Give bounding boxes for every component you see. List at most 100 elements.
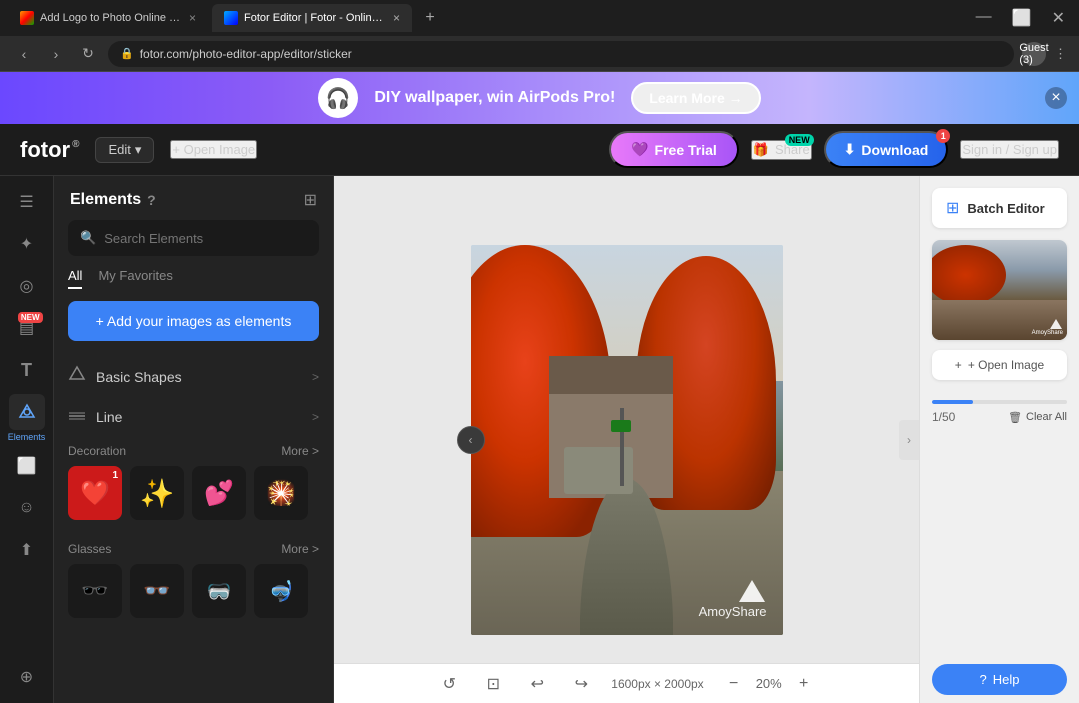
header-actions: 💜 Free Trial 🎁 Share NEW ⬇ Download 1 Si… xyxy=(609,131,1059,168)
elements-tabs: All My Favorites xyxy=(54,268,333,289)
main-layout: ☰ ✦ ◎ ▤ NEW T Elements ⬜ ☺ xyxy=(0,176,1079,703)
open-image-button[interactable]: + + Open Image xyxy=(932,350,1067,380)
close-window-button[interactable]: ✕ xyxy=(1046,6,1071,30)
download-icon: ⬇ xyxy=(844,141,856,158)
image-thumbnail[interactable]: AmoyShare xyxy=(932,240,1067,340)
back-button[interactable]: ‹ xyxy=(12,42,36,66)
tab-all[interactable]: All xyxy=(68,268,82,289)
glasses-label: Glasses More > xyxy=(68,542,319,556)
lock-icon: 🔒 xyxy=(120,47,134,60)
forward-button[interactable]: › xyxy=(44,42,68,66)
glasses-section: Glasses More > 🕶️ 👓 🥽 🤿 xyxy=(54,534,333,632)
sidebar-item-frames[interactable]: ⬜ xyxy=(9,448,45,484)
browser-chrome: Add Logo to Photo Online fo... × Fotor E… xyxy=(0,0,1079,72)
line-label: Line xyxy=(96,409,122,425)
glasses-more-button[interactable]: More > xyxy=(281,542,319,556)
sidebar-item-ai[interactable]: ✦ xyxy=(9,226,45,262)
canvas-right-collapse-button[interactable]: › xyxy=(899,420,919,460)
elements-icon xyxy=(9,394,45,430)
clear-all-label: Clear All xyxy=(1026,411,1067,423)
eye-icon: ◎ xyxy=(20,276,34,296)
rotate-button[interactable]: ↺ xyxy=(435,670,463,698)
panel-help-icon[interactable]: ? xyxy=(147,192,156,208)
logo-registered: ® xyxy=(72,139,79,150)
new-tab-button[interactable]: + xyxy=(416,4,444,32)
panel-grid-icon[interactable]: ⊞ xyxy=(304,190,317,210)
redo-button[interactable]: ↪ xyxy=(567,670,595,698)
url-bar[interactable]: 🔒 fotor.com/photo-editor-app/editor/stic… xyxy=(108,41,1014,67)
app-header: fotor ® Edit ▾ + Open Image 💜 Free Trial… xyxy=(0,124,1079,176)
minimize-button[interactable]: — xyxy=(970,6,998,30)
sidebar-item-upload[interactable]: ⬆ xyxy=(9,532,45,568)
edit-label: Edit xyxy=(108,142,130,157)
glasses-item-2[interactable]: 👓 xyxy=(130,564,184,618)
zoom-in-button[interactable]: + xyxy=(790,670,818,698)
learn-more-button[interactable]: Learn More → xyxy=(631,82,760,114)
decoration-item-3[interactable]: 💕 xyxy=(192,466,246,520)
right-panel: ⊞ Batch Editor AmoyShare + + Open Image … xyxy=(919,176,1079,703)
canvas-area: AmoyShare ‹ ↺ ⊡ ↩ ↪ 1600px × 2000px − 20… xyxy=(334,176,919,703)
sidebar-item-layers[interactable]: ▤ NEW xyxy=(9,310,45,346)
tab-2-close[interactable]: × xyxy=(393,11,400,25)
elements-label: Elements xyxy=(8,432,46,442)
progress-bar-container: 1/50 🗑 Clear All xyxy=(932,400,1067,424)
signin-button[interactable]: Sign in / Sign up xyxy=(960,140,1059,159)
glasses-item-1[interactable]: 🕶️ xyxy=(68,564,122,618)
line-icon xyxy=(68,408,86,426)
line-arrow: > xyxy=(312,410,319,424)
panel-collapse-button[interactable]: ‹ xyxy=(457,426,485,454)
tab-1[interactable]: Add Logo to Photo Online fo... × xyxy=(8,4,208,32)
sidebar-item-more[interactable]: ⊕ xyxy=(9,659,45,695)
open-image-button[interactable]: + Open Image xyxy=(170,140,257,159)
browser-menu-button[interactable]: ⋮ xyxy=(1054,46,1067,62)
glasses-item-4[interactable]: 🤿 xyxy=(254,564,308,618)
decoration-more-button[interactable]: More > xyxy=(281,444,319,458)
sidebar-item-adjust[interactable]: ☰ xyxy=(9,184,45,220)
sidebar-item-sticker[interactable]: ☺ xyxy=(9,490,45,526)
crop-button[interactable]: ⊡ xyxy=(479,670,507,698)
search-input[interactable] xyxy=(104,231,307,246)
add-elements-button[interactable]: + Add your images as elements xyxy=(68,301,319,341)
frames-icon: ⬜ xyxy=(17,456,37,476)
help-label: Help xyxy=(993,672,1020,687)
logo-text: fotor xyxy=(20,137,70,163)
window-controls: — ⬜ ✕ xyxy=(970,6,1071,30)
decoration-item-2[interactable]: ✨ xyxy=(130,466,184,520)
app-logo: fotor ® xyxy=(20,137,79,163)
tab-2[interactable]: Fotor Editor | Fotor - Online ... × xyxy=(212,4,412,32)
tab-favorites[interactable]: My Favorites xyxy=(98,268,172,289)
help-button[interactable]: ? Help xyxy=(932,664,1067,695)
banner-close-button[interactable]: × xyxy=(1045,87,1067,109)
zoom-out-button[interactable]: − xyxy=(720,670,748,698)
undo-button[interactable]: ↩ xyxy=(523,670,551,698)
free-trial-button[interactable]: 💜 Free Trial xyxy=(609,131,739,168)
airpods-icon: 🎧 xyxy=(326,86,351,111)
clear-all-button[interactable]: 🗑 Clear All xyxy=(1008,411,1067,424)
batch-editor-button[interactable]: ⊞ Batch Editor xyxy=(932,188,1067,228)
category-line[interactable]: Line > xyxy=(54,398,333,436)
category-basic-shapes[interactable]: Basic Shapes > xyxy=(54,355,333,398)
guest-button[interactable]: Guest (3) xyxy=(1022,42,1046,66)
more-icon: ⊕ xyxy=(20,667,33,687)
download-button[interactable]: ⬇ Download 1 xyxy=(824,131,949,168)
glasses-item-3[interactable]: 🥽 xyxy=(192,564,246,618)
download-label: Download xyxy=(861,142,928,158)
decoration-items: ❤️ 1 ✨ 💕 🎇 xyxy=(68,466,319,520)
tab-1-close[interactable]: × xyxy=(189,11,196,25)
icon-sidebar: ☰ ✦ ◎ ▤ NEW T Elements ⬜ ☺ xyxy=(0,176,54,703)
decoration-item-1[interactable]: ❤️ 1 xyxy=(68,466,122,520)
zoom-level: 20% xyxy=(756,676,782,691)
decoration-item-4[interactable]: 🎇 xyxy=(254,466,308,520)
reload-button[interactable]: ↻ xyxy=(76,42,100,66)
sidebar-item-text[interactable]: T xyxy=(9,352,45,388)
help-icon: ? xyxy=(980,672,987,687)
elements-panel: Elements ? ⊞ 🔍 All My Favorites + Add yo… xyxy=(54,176,334,703)
edit-dropdown-button[interactable]: Edit ▾ xyxy=(95,137,154,163)
panel-header: Elements ? ⊞ xyxy=(54,176,333,220)
sidebar-item-elements[interactable]: Elements xyxy=(8,394,46,442)
sliders-icon: ☰ xyxy=(19,192,33,212)
maximize-button[interactable]: ⬜ xyxy=(1006,6,1038,30)
share-button[interactable]: 🎁 Share NEW xyxy=(751,140,812,160)
url-text: fotor.com/photo-editor-app/editor/sticke… xyxy=(140,47,352,61)
sidebar-item-eye[interactable]: ◎ xyxy=(9,268,45,304)
